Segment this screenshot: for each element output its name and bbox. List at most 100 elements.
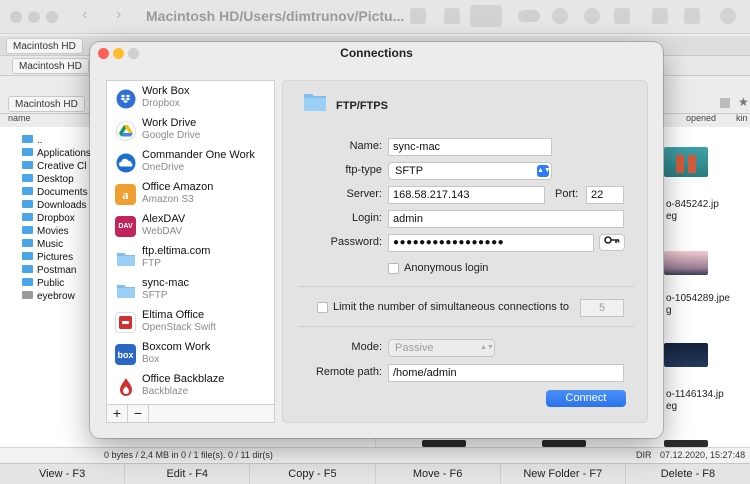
- ftp-type-select[interactable]: SFTP ▲▼: [388, 162, 552, 180]
- image-thumbnail[interactable]: [664, 147, 708, 177]
- google-drive-icon: [115, 120, 136, 141]
- connection-item-alexdav[interactable]: DAV AlexDAV WebDAV: [115, 212, 273, 244]
- file-label[interactable]: o-845242.jp eg: [666, 199, 719, 223]
- anonymous-login-checkbox[interactable]: [388, 263, 399, 274]
- connection-name: Work Drive: [142, 117, 197, 129]
- close-window-button[interactable]: [10, 11, 22, 23]
- list-item[interactable]: Downloads: [22, 200, 86, 213]
- list-item[interactable]: Movies: [22, 226, 69, 239]
- amazon-glyph: a: [122, 186, 129, 202]
- chevron-updown-icon: ▲▼: [537, 165, 551, 177]
- columns-view-icon[interactable]: [444, 8, 460, 24]
- path-button-macintosh-hd[interactable]: Macintosh HD: [8, 96, 85, 112]
- connection-name: ftp.eltima.com: [142, 245, 211, 257]
- connection-type: Backblaze: [142, 386, 189, 397]
- new-folder-f7-button[interactable]: New Folder - F7: [501, 464, 626, 484]
- column-header-name[interactable]: name: [8, 113, 31, 127]
- copy-f5-button[interactable]: Copy - F5: [250, 464, 376, 484]
- connection-item-work-box[interactable]: Work Box Dropbox: [115, 84, 273, 116]
- image-thumbnail[interactable]: [664, 251, 708, 275]
- name-field[interactable]: sync-mac: [388, 138, 552, 156]
- list-item[interactable]: Creative Cl: [22, 161, 86, 174]
- column-header-kind[interactable]: kin: [736, 113, 748, 127]
- tab-macintosh-hd[interactable]: Macintosh HD: [12, 58, 89, 74]
- connection-item-office-amazon[interactable]: a Office Amazon Amazon S3: [115, 180, 273, 212]
- add-connection-button[interactable]: +: [107, 405, 128, 422]
- list-item[interactable]: Public: [22, 278, 64, 291]
- connection-name: Work Box: [142, 85, 190, 97]
- folder-icon: [22, 148, 33, 156]
- remote-path-field[interactable]: /home/admin: [388, 364, 624, 382]
- zoom-window-button[interactable]: [46, 11, 58, 23]
- forward-arrow-icon[interactable]: ›: [116, 6, 121, 24]
- list-item[interactable]: Postman: [22, 265, 76, 278]
- key-icon[interactable]: [599, 234, 625, 251]
- webdav-icon: DAV: [115, 216, 136, 237]
- file-icon: [22, 291, 33, 299]
- amazon-icon: a: [115, 184, 136, 205]
- connection-item-work-drive[interactable]: Work Drive Google Drive: [115, 116, 273, 148]
- minimize-window-button[interactable]: [28, 11, 40, 23]
- remove-connection-button[interactable]: −: [128, 405, 149, 422]
- connection-item-office-backblaze[interactable]: Office Backblaze Backblaze: [115, 372, 273, 404]
- column-header-opened[interactable]: opened: [686, 113, 716, 127]
- star-icon[interactable]: ★: [738, 95, 749, 109]
- limit-connections-field[interactable]: 5: [580, 299, 624, 317]
- connection-item-boxcom-work[interactable]: box Boxcom Work Box: [115, 340, 273, 372]
- drive-icon[interactable]: [720, 98, 730, 108]
- login-field[interactable]: admin: [388, 210, 624, 228]
- image-thumbnail[interactable]: [422, 440, 466, 447]
- dropbox-icon: [115, 88, 136, 109]
- list-item[interactable]: Dropbox: [22, 213, 75, 226]
- list-item[interactable]: ..: [22, 135, 43, 148]
- connection-item-eltima-office[interactable]: Eltima Office OpenStack Swift: [115, 308, 273, 340]
- list-item[interactable]: Documents: [22, 187, 88, 200]
- mode-select[interactable]: Passive ▲▼: [388, 339, 495, 357]
- openstack-glyph: [119, 316, 132, 329]
- server-field[interactable]: 168.58.217.143: [388, 186, 545, 204]
- delete-f8-button[interactable]: Delete - F8: [626, 464, 750, 484]
- mode-label: Mode:: [351, 341, 382, 353]
- folder-icon: [22, 278, 33, 286]
- list-item[interactable]: Pictures: [22, 252, 73, 265]
- connection-type: Box: [142, 354, 160, 365]
- limit-connections-checkbox[interactable]: [317, 302, 328, 313]
- list-item[interactable]: Music: [22, 239, 63, 252]
- connection-type: Amazon S3: [142, 194, 194, 205]
- file-label[interactable]: o-1146134.jp eg: [666, 389, 724, 413]
- list-item[interactable]: Applications: [22, 148, 91, 161]
- thumbnail-view-icon[interactable]: [470, 5, 502, 27]
- download-icon[interactable]: [720, 8, 736, 24]
- password-field[interactable]: ●●●●●●●●●●●●●●●●●: [388, 234, 594, 252]
- connection-item-sync-mac[interactable]: sync-mac SFTP: [115, 276, 273, 308]
- tab-macintosh-hd[interactable]: Macintosh HD: [6, 38, 83, 54]
- divider: [298, 326, 634, 327]
- connect-button[interactable]: Connect: [546, 390, 626, 407]
- app-titlebar: ‹ › Macintosh HD/Users/dimtrunov/Pictu..…: [0, 0, 750, 34]
- archive-icon[interactable]: [684, 8, 700, 24]
- move-f6-button[interactable]: Move - F6: [376, 464, 501, 484]
- list-item[interactable]: eyebrow: [22, 291, 75, 304]
- list-view-icon[interactable]: [410, 8, 426, 24]
- ftp-type-label: ftp-type: [345, 164, 382, 176]
- folder-icon: [22, 252, 33, 260]
- file-label[interactable]: o-1054289.jpe g: [666, 293, 730, 317]
- ftp-folder-icon: [115, 248, 136, 269]
- connection-item-commander-one-work[interactable]: Commander One Work OneDrive: [115, 148, 273, 180]
- image-thumbnail[interactable]: [664, 440, 708, 447]
- back-arrow-icon[interactable]: ‹: [82, 6, 87, 24]
- edit-f4-button[interactable]: Edit - F4: [125, 464, 251, 484]
- binoculars-icon[interactable]: [614, 8, 630, 24]
- eye-icon[interactable]: [584, 8, 600, 24]
- toggle-icon[interactable]: [518, 10, 540, 22]
- split-panel-icon[interactable]: [652, 8, 668, 24]
- list-item[interactable]: Desktop: [22, 174, 74, 187]
- connection-item-ftp-eltima[interactable]: ftp.eltima.com FTP: [115, 244, 273, 276]
- view-f3-button[interactable]: View - F3: [0, 464, 126, 484]
- connection-type: Google Drive: [142, 130, 201, 141]
- image-thumbnail[interactable]: [664, 343, 708, 367]
- port-field[interactable]: 22: [586, 186, 624, 204]
- folder-icon: [22, 239, 33, 247]
- info-icon[interactable]: [552, 8, 568, 24]
- image-thumbnail[interactable]: [542, 440, 586, 447]
